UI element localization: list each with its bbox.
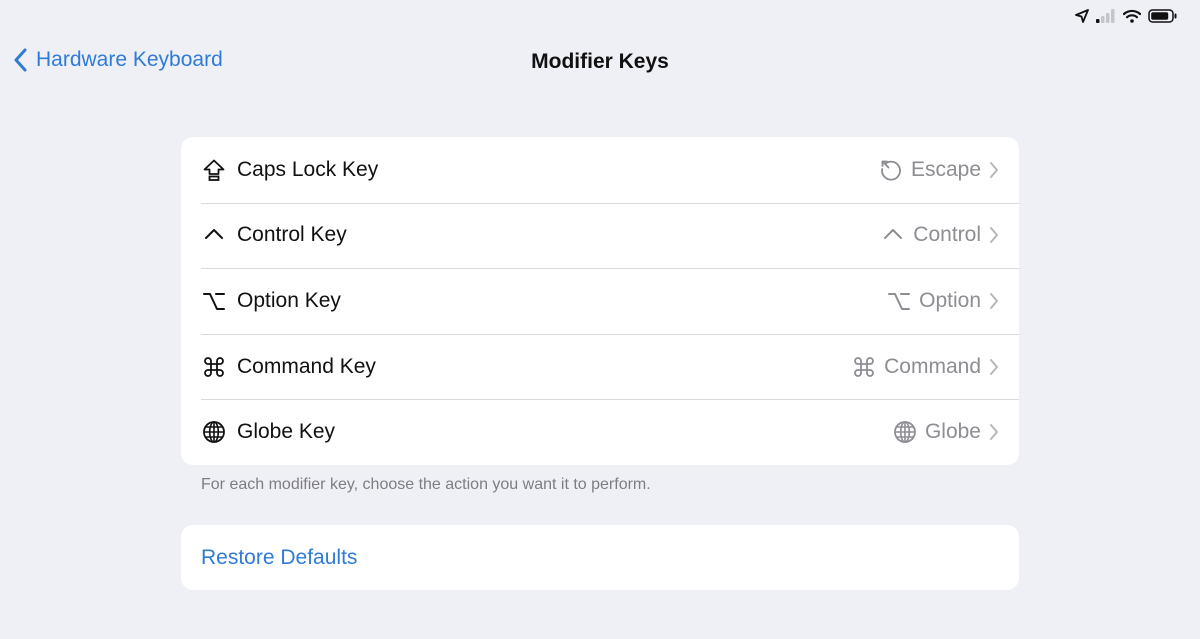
row-globe-key[interactable]: Globe Key Globe <box>181 399 1019 465</box>
row-value-label: Escape <box>910 157 981 181</box>
row-label: Caps Lock Key <box>237 157 379 181</box>
globe-icon <box>893 420 917 444</box>
option-icon <box>887 289 911 313</box>
row-value: Control <box>881 223 999 247</box>
battery-icon <box>1148 9 1178 23</box>
chevron-right-icon <box>989 161 999 179</box>
row-caps-lock-key[interactable]: Caps Lock Key Escape <box>181 137 1019 203</box>
wifi-icon <box>1123 9 1141 23</box>
command-icon <box>201 354 227 380</box>
row-option-key[interactable]: Option Key Option <box>181 268 1019 334</box>
section-footer-note: For each modifier key, choose the action… <box>201 476 651 493</box>
chevron-right-icon <box>989 358 999 376</box>
row-value-label: Globe <box>924 420 981 444</box>
modifier-keys-list: Caps Lock Key Escape Control Key Control… <box>181 137 1019 465</box>
control-icon <box>201 222 227 248</box>
row-value-label: Command <box>884 354 981 378</box>
cellular-signal-icon <box>1096 9 1116 23</box>
restore-defaults-label: Restore Defaults <box>201 545 358 569</box>
row-control-key[interactable]: Control Key Control <box>181 202 1019 269</box>
globe-icon <box>201 419 227 445</box>
chevron-right-icon <box>989 423 999 441</box>
location-icon <box>1075 9 1089 23</box>
row-value: Option <box>887 289 999 313</box>
row-command-key[interactable]: Command Key Command <box>181 333 1019 400</box>
restore-defaults-button[interactable]: Restore Defaults <box>181 525 1019 590</box>
caps-lock-icon <box>201 157 227 183</box>
row-value: Globe <box>893 420 999 444</box>
row-value: Command <box>852 355 999 379</box>
command-icon <box>852 355 876 379</box>
row-label: Option Key <box>237 288 341 312</box>
row-value-label: Control <box>913 223 981 247</box>
row-label: Control Key <box>237 223 347 247</box>
row-label: Globe Key <box>237 420 336 444</box>
chevron-right-icon <box>989 292 999 310</box>
row-value-label: Option <box>919 288 981 312</box>
row-label: Command Key <box>237 354 376 378</box>
row-value: Escape <box>879 158 999 182</box>
page-title: Modifier Keys <box>531 50 669 73</box>
status-bar <box>1075 6 1178 26</box>
chevron-right-icon <box>989 226 999 244</box>
escape-icon <box>879 158 903 182</box>
option-icon <box>201 288 227 314</box>
navigation-bar: Hardware Keyboard Modifier Keys <box>0 40 1200 84</box>
control-icon <box>881 223 905 247</box>
